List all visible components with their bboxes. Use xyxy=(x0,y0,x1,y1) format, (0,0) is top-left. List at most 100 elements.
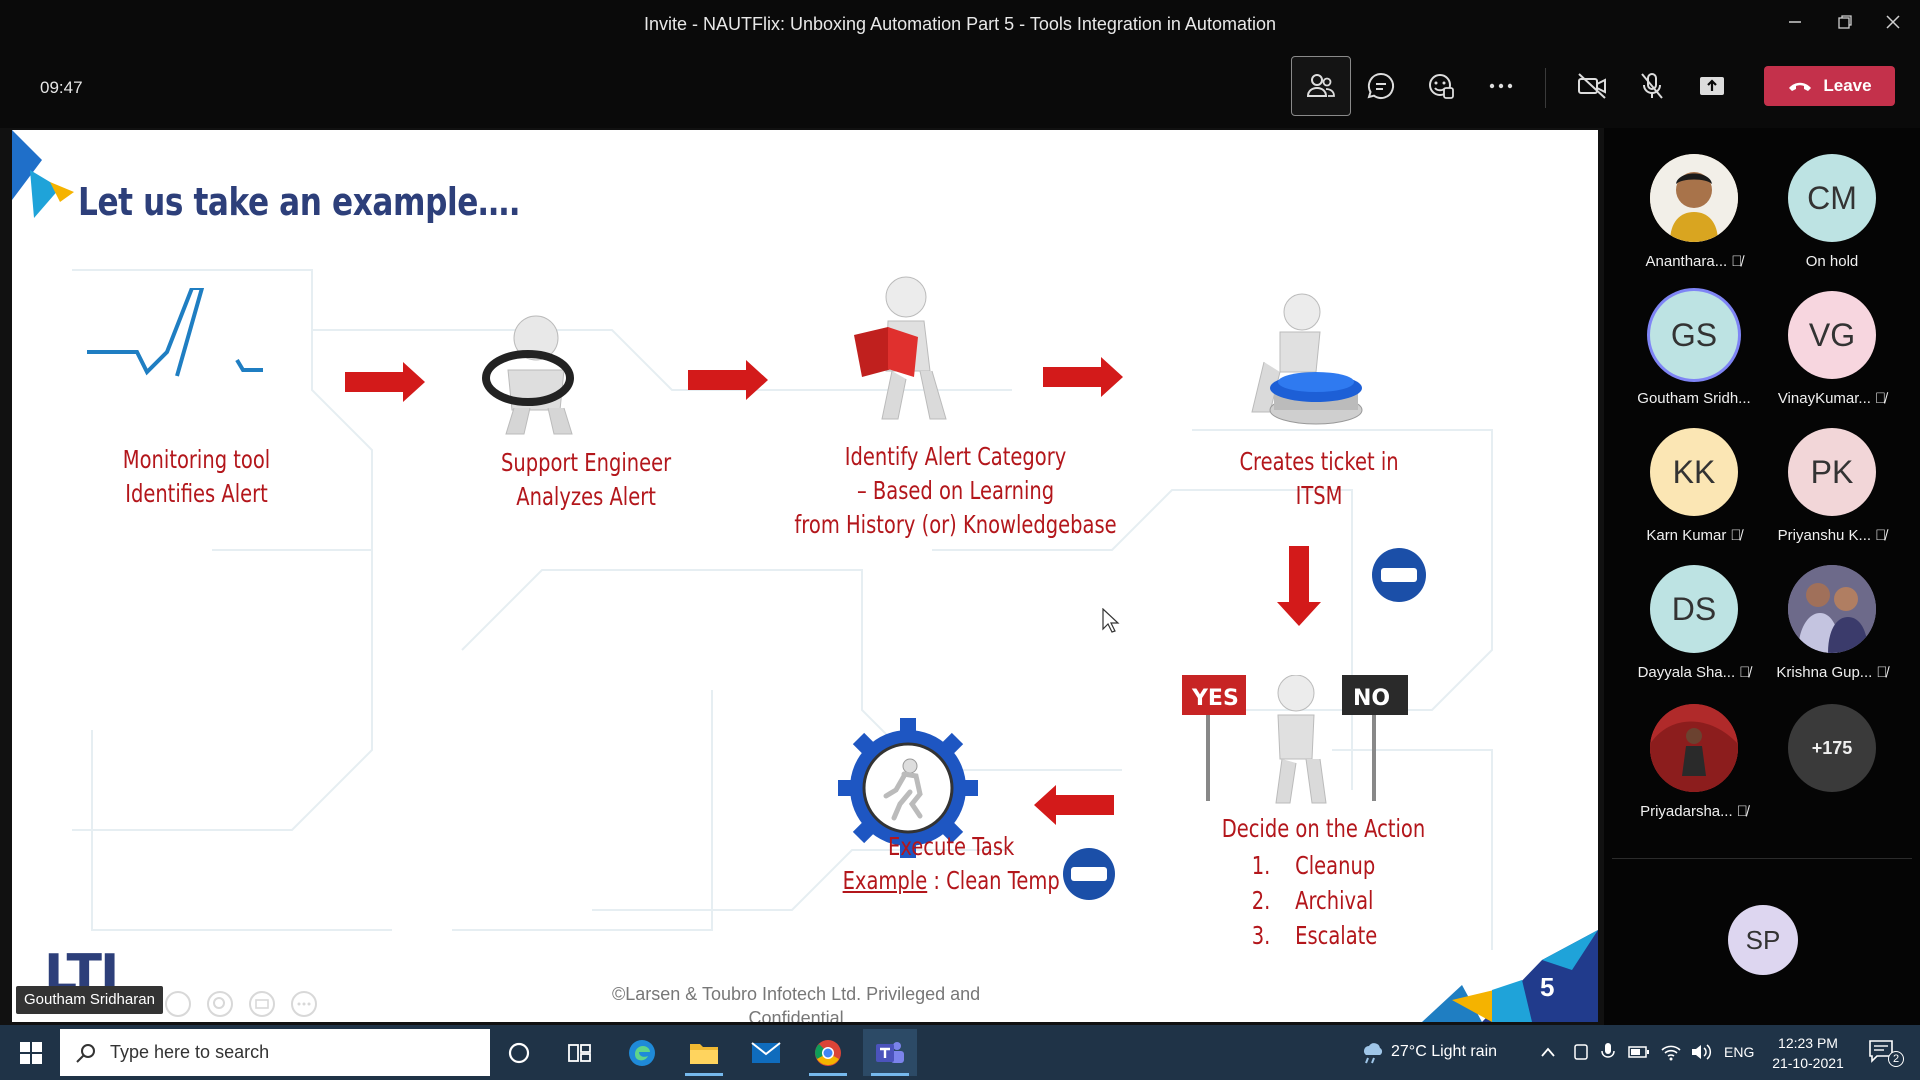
clock-date: 21-10-2021 xyxy=(1772,1055,1844,1071)
more-participants-button[interactable]: +175 xyxy=(1788,704,1876,792)
leave-label: Leave xyxy=(1823,76,1872,95)
mic-toggle-button[interactable] xyxy=(1622,56,1682,116)
weather-text[interactable]: 27°C Light rain xyxy=(1391,1043,1497,1061)
panel-divider xyxy=(1612,858,1912,859)
avatar-initials: GS xyxy=(1670,316,1718,353)
reading-figure-icon xyxy=(854,276,947,420)
more-icon xyxy=(1489,83,1513,89)
execute-task-block: Execute Task Example : Clean Temp xyxy=(842,832,1060,895)
execute-example-label: Example xyxy=(842,866,928,895)
decide-action-block: Decide on the Action xyxy=(1222,812,1425,846)
microphone-icon[interactable] xyxy=(1600,1041,1616,1063)
avatar[interactable]: VG xyxy=(1788,291,1876,379)
yes-sign-label: YES xyxy=(1192,686,1239,711)
taskbar-search-box[interactable]: Type here to search xyxy=(60,1029,490,1076)
volume-icon[interactable] xyxy=(1690,1042,1712,1062)
window-titlebar: Invite - NAUTFlix: Unboxing Automation P… xyxy=(0,0,1920,48)
mic-off-icon: 🎙̸ xyxy=(1730,527,1742,544)
right-arrow-icon xyxy=(345,362,425,402)
right-arrow-icon xyxy=(688,360,768,400)
file-explorer-button[interactable] xyxy=(677,1029,731,1076)
minimize-icon[interactable] xyxy=(1780,10,1810,38)
mic-off-icon: 🎙̸ xyxy=(1875,527,1887,544)
avatar-initials: SP xyxy=(1745,924,1781,955)
avatar[interactable]: CM xyxy=(1788,154,1876,242)
edge-browser-button[interactable] xyxy=(615,1029,669,1076)
avatar[interactable]: PK xyxy=(1788,428,1876,516)
folder-icon xyxy=(690,1043,718,1064)
notifications-button[interactable]: 2 xyxy=(1866,1035,1906,1071)
notification-count: 2 xyxy=(1888,1051,1904,1067)
share-content-button[interactable] xyxy=(1682,56,1742,116)
decide-action-title: Decide on the Action xyxy=(1221,814,1426,843)
participant-name: Priyanshu K... 🎙̸ xyxy=(1777,527,1887,544)
execute-task-title: Execute Task xyxy=(888,832,1015,861)
avatar[interactable] xyxy=(1788,565,1876,653)
avatar[interactable]: KK xyxy=(1650,428,1738,516)
search-placeholder: Type here to search xyxy=(110,1042,270,1062)
toolbar-divider xyxy=(1545,68,1546,108)
step-identify-label: Identify Alert Category – Based on Learn… xyxy=(794,442,1117,539)
slide-copyright: ©Larsen & Toubro Infotech Ltd. Privilege… xyxy=(612,984,981,1022)
start-button[interactable] xyxy=(4,1029,58,1076)
no-sign-label: NO xyxy=(1353,686,1391,711)
list-item: 3. Escalate xyxy=(1251,921,1378,950)
task-view-button[interactable] xyxy=(553,1029,607,1076)
pause-icon[interactable] xyxy=(164,990,192,1018)
meeting-toolbar: 09:47 Leave xyxy=(0,48,1920,128)
zoom-icon[interactable] xyxy=(206,990,234,1018)
avatar[interactable] xyxy=(1650,154,1738,242)
more-icon[interactable] xyxy=(290,990,318,1018)
mic-off-icon: 🎙̸ xyxy=(1874,390,1887,407)
step-support-label: Support Engineer Analyzes Alert xyxy=(500,448,672,511)
avatar[interactable]: DS xyxy=(1650,565,1738,653)
reactions-button[interactable] xyxy=(1411,56,1471,116)
meeting-timer: 09:47 xyxy=(40,78,83,97)
edge-icon xyxy=(629,1039,655,1066)
no-entry-icon xyxy=(1372,548,1426,602)
network-icon[interactable] xyxy=(1660,1042,1682,1062)
participant-name: Ananthara... 🎙̸ xyxy=(1645,253,1743,270)
task-view-icon xyxy=(568,1043,591,1062)
mic-off-icon: 🎙̸ xyxy=(1736,803,1748,820)
mail-button[interactable] xyxy=(739,1029,793,1076)
teams-button[interactable] xyxy=(863,1029,917,1076)
share-icon xyxy=(1700,77,1724,95)
participant-photo-icon xyxy=(1650,704,1738,792)
restore-icon[interactable] xyxy=(1830,10,1860,38)
participant-photo-icon xyxy=(1788,565,1876,653)
clock-time: 12:23 PM xyxy=(1778,1035,1838,1051)
avatar[interactable] xyxy=(1650,704,1738,792)
close-icon[interactable] xyxy=(1878,10,1908,38)
people-icon xyxy=(1306,74,1335,97)
reactions-icon xyxy=(1429,74,1454,99)
subtitles-icon[interactable] xyxy=(248,990,276,1018)
participant-photo-icon xyxy=(1650,154,1738,242)
decide-action-list: 1. Cleanup 2. Archival 3. Escalate xyxy=(1252,848,1378,953)
leave-button[interactable]: Leave xyxy=(1764,66,1895,106)
device-icon[interactable] xyxy=(1572,1043,1590,1061)
presentation-controls xyxy=(164,990,318,1018)
people-button[interactable] xyxy=(1291,56,1351,116)
support-engineer-figure-icon xyxy=(482,315,574,435)
chevron-up-icon[interactable] xyxy=(1540,1045,1556,1059)
participant-name: VinayKumar... 🎙̸ xyxy=(1777,390,1887,407)
taskbar-clock[interactable]: 12:23 PM 21-10-2021 xyxy=(1766,1033,1850,1073)
avatar[interactable]: GS xyxy=(1650,291,1738,379)
language-indicator[interactable]: ENG xyxy=(1724,1044,1754,1060)
cortana-button[interactable] xyxy=(492,1029,546,1076)
participant-name: On hold xyxy=(1805,253,1859,270)
mic-off-icon: 🎙̸ xyxy=(1739,664,1751,681)
mic-off-icon: 🎙̸ xyxy=(1876,664,1888,681)
chat-button[interactable] xyxy=(1351,56,1411,116)
more-options-button[interactable] xyxy=(1471,56,1531,116)
participant-name: Dayyala Sha... 🎙̸ xyxy=(1637,664,1751,681)
self-avatar[interactable]: SP xyxy=(1728,905,1798,975)
chrome-browser-button[interactable] xyxy=(801,1029,855,1076)
camera-toggle-button[interactable] xyxy=(1562,56,1622,116)
slide-corner-decoration xyxy=(1422,930,1598,1022)
monitoring-wave-icon xyxy=(87,288,263,377)
right-arrow-icon xyxy=(1043,357,1123,397)
participant-name: Krishna Gup... 🎙̸ xyxy=(1776,664,1888,681)
battery-icon[interactable] xyxy=(1628,1045,1650,1059)
